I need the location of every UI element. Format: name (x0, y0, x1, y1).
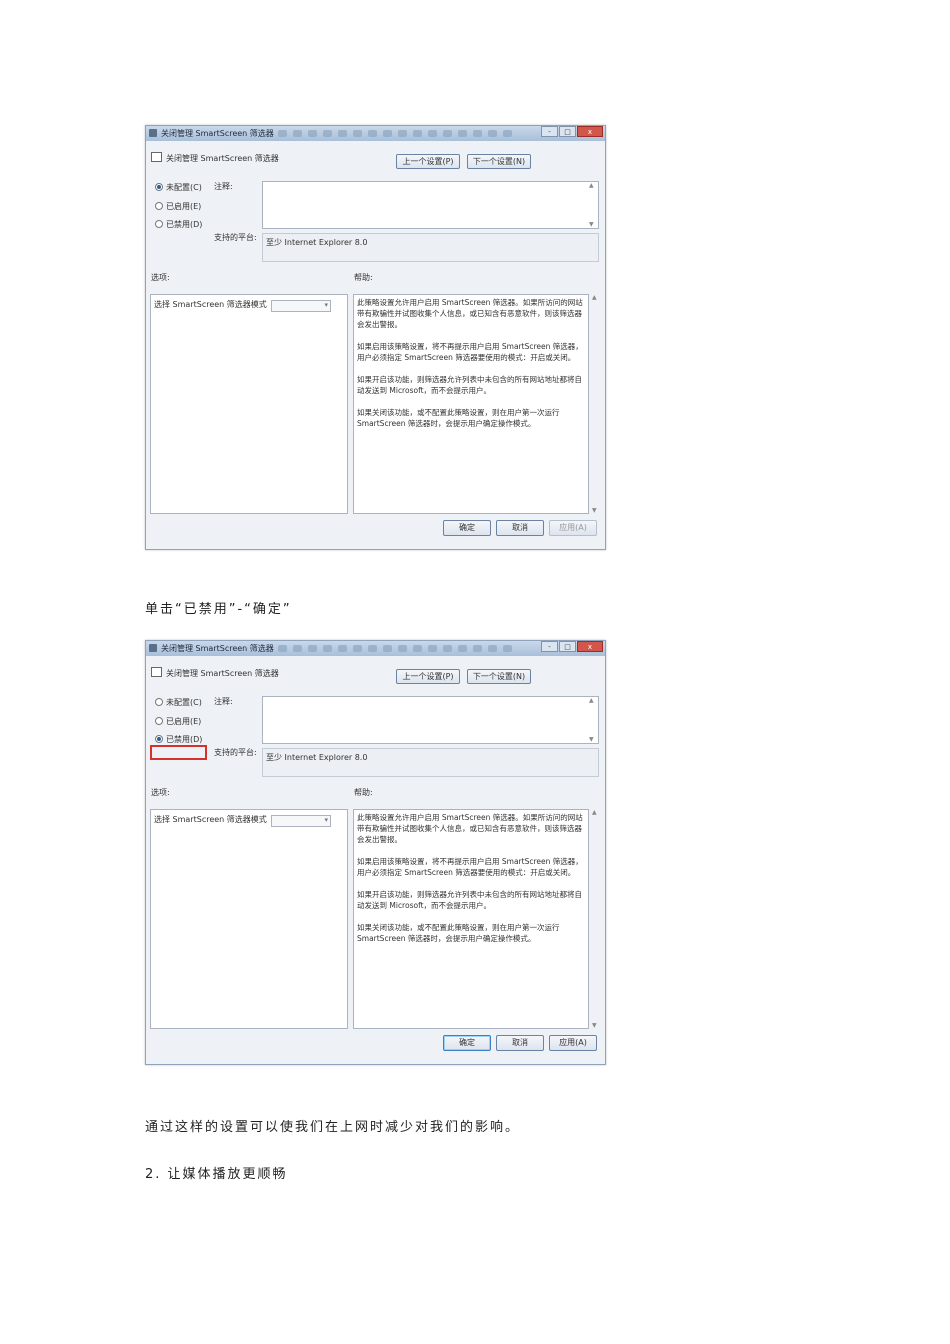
platform-label: 支持的平台: (214, 748, 257, 757)
cancel-button[interactable]: 取消 (496, 520, 544, 536)
setting-title: 关闭管理 SmartScreen 筛选器 (166, 669, 279, 678)
mode-select[interactable] (271, 815, 331, 827)
caption-effect: 通过这样的设置可以使我们在上网时减少对我们的影响。 (145, 1120, 521, 1135)
radio-dot[interactable] (155, 698, 163, 706)
caption-click-disabled: 单击“已禁用”-“确定” (145, 602, 292, 617)
ok-button[interactable]: 确定 (443, 520, 491, 536)
setting-header: 关闭管理 SmartScreen 筛选器 (151, 152, 279, 164)
radio-not-configured[interactable]: 未配置(C) (155, 183, 202, 193)
help-paragraph: 如果关闭该功能，或不配置此策略设置，则在用户第一次运行 SmartScreen … (357, 408, 560, 428)
radio-dot[interactable] (155, 717, 163, 725)
option-mode-label: 选择 SmartScreen 筛选器模式 (154, 300, 267, 309)
apply-button[interactable]: 应用(A) (549, 520, 597, 536)
next-setting-button[interactable]: 下一个设置(N) (467, 669, 531, 684)
radio-enabled[interactable]: 已启用(E) (155, 717, 201, 727)
maximize-button[interactable]: □ (559, 641, 576, 652)
minimize-button[interactable]: - (541, 126, 558, 137)
setting-header: 关闭管理 SmartScreen 筛选器 (151, 667, 279, 679)
prev-setting-button[interactable]: 上一个设置(P) (396, 154, 460, 169)
option-mode-label: 选择 SmartScreen 筛选器模式 (154, 815, 267, 824)
radio-dot[interactable] (155, 183, 163, 191)
radio-label: 未配置(C) (166, 698, 202, 707)
radio-dot[interactable] (155, 220, 163, 228)
radio-disabled[interactable]: 已禁用(D) (155, 735, 202, 745)
policy-icon (151, 152, 162, 162)
help-panel: 此策略设置允许用户启用 SmartScreen 筛选器。如果所访问的网站带有欺骗… (353, 809, 589, 1029)
highlight-box (150, 745, 207, 760)
title-bar: 关闭管理 SmartScreen 筛选器 - □ x (146, 641, 605, 656)
platform-value: 至少 Internet Explorer 8.0 (266, 753, 368, 762)
app-icon (149, 129, 157, 137)
setting-title: 关闭管理 SmartScreen 筛选器 (166, 154, 279, 163)
radio-label: 已启用(E) (166, 717, 202, 726)
options-label: 选项: (151, 273, 170, 282)
help-paragraph: 如果关闭该功能，或不配置此策略设置，则在用户第一次运行 SmartScreen … (357, 923, 560, 943)
help-scrollbar[interactable]: ▲ ▼ (591, 809, 601, 1029)
scrollbar[interactable]: ▲ ▼ (588, 697, 598, 743)
comment-label: 注释: (214, 697, 233, 706)
radio-dot[interactable] (155, 735, 163, 743)
radio-label: 未配置(C) (166, 183, 202, 192)
policy-dialog-before: 关闭管理 SmartScreen 筛选器 - □ x 关闭管理 SmartScree… (145, 125, 606, 550)
platform-label: 支持的平台: (214, 233, 257, 242)
next-setting-button[interactable]: 下一个设置(N) (467, 154, 531, 169)
radio-disabled[interactable]: 已禁用(D) (155, 220, 202, 230)
help-paragraph: 如果开启该功能，则筛选器允许列表中未包含的所有网站地址都将自动发送到 Micro… (357, 890, 582, 910)
options-panel: 选择 SmartScreen 筛选器模式 (150, 809, 348, 1029)
scrollbar[interactable]: ▲ ▼ (588, 182, 598, 228)
ok-button[interactable]: 确定 (443, 1035, 491, 1051)
radio-label: 已禁用(D) (166, 735, 203, 744)
section-heading: 2. 让媒体播放更顺畅 (145, 1167, 288, 1182)
help-paragraph: 如果开启该功能，则筛选器允许列表中未包含的所有网站地址都将自动发送到 Micro… (357, 375, 582, 395)
toolbar-blur (278, 645, 518, 654)
close-button[interactable]: x (577, 126, 603, 137)
maximize-button[interactable]: □ (559, 126, 576, 137)
radio-label: 已启用(E) (166, 202, 202, 211)
platform-field: 至少 Internet Explorer 8.0 (262, 748, 599, 777)
policy-dialog-after: 关闭管理 SmartScreen 筛选器 - □ x 关闭管理 SmartScree… (145, 640, 606, 1065)
apply-button[interactable]: 应用(A) (549, 1035, 597, 1051)
policy-icon (151, 667, 162, 677)
comment-textarea[interactable]: ▲ ▼ (262, 696, 599, 744)
prev-setting-button[interactable]: 上一个设置(P) (396, 669, 460, 684)
window-title: 关闭管理 SmartScreen 筛选器 (161, 644, 274, 653)
help-scrollbar[interactable]: ▲ ▼ (591, 294, 601, 514)
title-bar: 关闭管理 SmartScreen 筛选器 - □ x (146, 126, 605, 141)
window-title: 关闭管理 SmartScreen 筛选器 (161, 129, 274, 138)
help-paragraph: 如果启用该策略设置，将不再提示用户启用 SmartScreen 筛选器，用户必须… (357, 857, 583, 877)
toolbar-blur (278, 130, 518, 139)
help-paragraph: 此策略设置允许用户启用 SmartScreen 筛选器。如果所访问的网站带有欺骗… (357, 813, 583, 844)
platform-value: 至少 Internet Explorer 8.0 (266, 238, 368, 247)
options-label: 选项: (151, 788, 170, 797)
comment-textarea[interactable]: ▲ ▼ (262, 181, 599, 229)
radio-label: 已禁用(D) (166, 220, 203, 229)
options-panel: 选择 SmartScreen 筛选器模式 (150, 294, 348, 514)
radio-enabled[interactable]: 已启用(E) (155, 202, 201, 212)
cancel-button[interactable]: 取消 (496, 1035, 544, 1051)
help-label: 帮助: (354, 788, 373, 797)
radio-not-configured[interactable]: 未配置(C) (155, 698, 202, 708)
app-icon (149, 644, 157, 652)
comment-label: 注释: (214, 182, 233, 191)
help-panel: 此策略设置允许用户启用 SmartScreen 筛选器。如果所访问的网站带有欺骗… (353, 294, 589, 514)
radio-dot[interactable] (155, 202, 163, 210)
minimize-button[interactable]: - (541, 641, 558, 652)
platform-field: 至少 Internet Explorer 8.0 (262, 233, 599, 262)
help-paragraph: 此策略设置允许用户启用 SmartScreen 筛选器。如果所访问的网站带有欺骗… (357, 298, 583, 329)
help-label: 帮助: (354, 273, 373, 282)
close-button[interactable]: x (577, 641, 603, 652)
mode-select[interactable] (271, 300, 331, 312)
help-paragraph: 如果启用该策略设置，将不再提示用户启用 SmartScreen 筛选器，用户必须… (357, 342, 583, 362)
